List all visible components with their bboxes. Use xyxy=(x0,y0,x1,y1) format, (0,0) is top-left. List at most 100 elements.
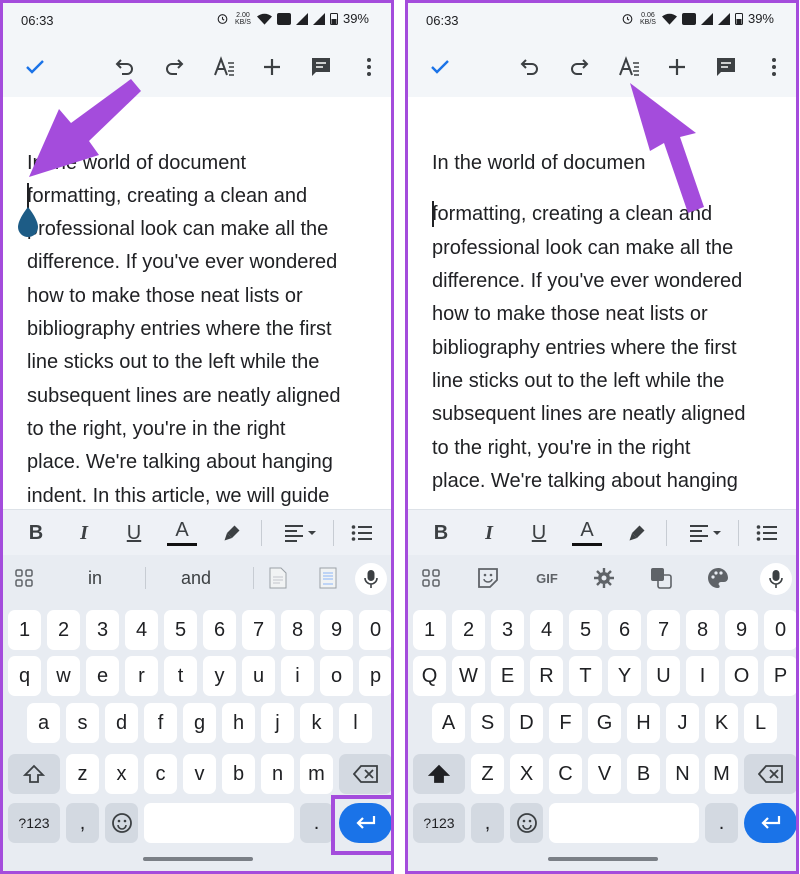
key[interactable]: U xyxy=(647,656,680,696)
undo-icon[interactable] xyxy=(514,51,546,83)
space-key[interactable] xyxy=(144,803,294,843)
key[interactable]: o xyxy=(320,656,353,696)
key[interactable]: 1 xyxy=(413,610,446,650)
key[interactable]: 0 xyxy=(764,610,796,650)
key[interactable]: x xyxy=(105,754,138,794)
align-dropdown-icon[interactable] xyxy=(281,518,321,548)
key[interactable]: 7 xyxy=(647,610,680,650)
key[interactable]: P xyxy=(764,656,796,696)
more-vert-icon[interactable] xyxy=(758,51,790,83)
text-color-button[interactable]: A xyxy=(572,518,602,546)
key[interactable]: A xyxy=(432,703,465,743)
key[interactable]: 9 xyxy=(725,610,758,650)
more-vert-icon[interactable] xyxy=(353,51,385,83)
key[interactable]: E xyxy=(491,656,524,696)
key[interactable]: z xyxy=(66,754,99,794)
suggestion[interactable]: in xyxy=(88,568,102,589)
key[interactable]: 3 xyxy=(86,610,119,650)
key[interactable]: H xyxy=(627,703,660,743)
key[interactable]: N xyxy=(666,754,699,794)
bullet-list-icon[interactable] xyxy=(347,518,377,548)
comment-icon[interactable] xyxy=(305,51,337,83)
bullet-list-icon[interactable] xyxy=(752,518,782,548)
align-dropdown-icon[interactable] xyxy=(686,518,726,548)
mic-icon[interactable] xyxy=(760,563,792,595)
key[interactable]: t xyxy=(164,656,197,696)
key[interactable]: D xyxy=(510,703,543,743)
key[interactable]: 2 xyxy=(47,610,80,650)
comment-icon[interactable] xyxy=(710,51,742,83)
key[interactable]: Q xyxy=(413,656,446,696)
key[interactable]: 4 xyxy=(125,610,158,650)
key[interactable]: T xyxy=(569,656,602,696)
key[interactable]: p xyxy=(359,656,391,696)
key[interactable]: y xyxy=(203,656,236,696)
key[interactable]: 8 xyxy=(686,610,719,650)
highlighter-icon[interactable] xyxy=(622,518,652,548)
key[interactable]: R xyxy=(530,656,563,696)
symbols-key[interactable]: ?123 xyxy=(8,803,60,843)
key[interactable]: n xyxy=(261,754,294,794)
apps-grid-icon[interactable] xyxy=(11,565,37,591)
key[interactable]: l xyxy=(339,703,372,743)
key[interactable]: q xyxy=(8,656,41,696)
key[interactable]: m xyxy=(300,754,333,794)
backspace-key[interactable] xyxy=(744,754,796,794)
key[interactable]: 6 xyxy=(203,610,236,650)
key[interactable]: g xyxy=(183,703,216,743)
key[interactable]: O xyxy=(725,656,758,696)
key[interactable]: w xyxy=(47,656,80,696)
key[interactable]: J xyxy=(666,703,699,743)
key[interactable]: I xyxy=(686,656,719,696)
text-color-button[interactable]: A xyxy=(167,518,197,546)
cursor-handle-icon[interactable] xyxy=(16,207,40,239)
key[interactable]: F xyxy=(549,703,582,743)
key[interactable]: V xyxy=(588,754,621,794)
key[interactable]: K xyxy=(705,703,738,743)
settings-gear-icon[interactable] xyxy=(591,565,617,591)
key[interactable]: 6 xyxy=(608,610,641,650)
palette-icon[interactable] xyxy=(705,565,731,591)
key[interactable]: X xyxy=(510,754,543,794)
key[interactable]: f xyxy=(144,703,177,743)
key[interactable]: 2 xyxy=(452,610,485,650)
key[interactable]: Z xyxy=(471,754,504,794)
key[interactable]: h xyxy=(222,703,255,743)
backspace-key[interactable] xyxy=(339,754,391,794)
translate-icon[interactable] xyxy=(648,565,674,591)
key[interactable]: 7 xyxy=(242,610,275,650)
italic-button[interactable]: I xyxy=(69,518,99,548)
bold-button[interactable]: B xyxy=(426,518,456,548)
key[interactable]: i xyxy=(281,656,314,696)
shift-key[interactable] xyxy=(413,754,465,794)
key[interactable]: S xyxy=(471,703,504,743)
check-icon[interactable] xyxy=(424,51,456,83)
key[interactable]: C xyxy=(549,754,582,794)
period-key[interactable]: . xyxy=(705,803,738,843)
document-icon[interactable] xyxy=(315,565,341,591)
key[interactable]: G xyxy=(588,703,621,743)
key[interactable]: B xyxy=(627,754,660,794)
key[interactable]: 9 xyxy=(320,610,353,650)
underline-button[interactable]: U xyxy=(119,518,149,548)
key[interactable]: r xyxy=(125,656,158,696)
suggestion[interactable]: and xyxy=(181,568,211,589)
emoji-key[interactable] xyxy=(105,803,138,843)
key[interactable]: b xyxy=(222,754,255,794)
apps-grid-icon[interactable] xyxy=(418,565,444,591)
italic-button[interactable]: I xyxy=(474,518,504,548)
key[interactable]: v xyxy=(183,754,216,794)
key[interactable]: e xyxy=(86,656,119,696)
mic-icon[interactable] xyxy=(355,563,387,595)
underline-button[interactable]: U xyxy=(524,518,554,548)
key[interactable]: s xyxy=(66,703,99,743)
key[interactable]: a xyxy=(27,703,60,743)
key[interactable]: j xyxy=(261,703,294,743)
highlighter-icon[interactable] xyxy=(217,518,247,548)
key[interactable]: L xyxy=(744,703,777,743)
key[interactable]: 8 xyxy=(281,610,314,650)
key[interactable]: d xyxy=(105,703,138,743)
symbols-key[interactable]: ?123 xyxy=(413,803,465,843)
key[interactable]: 1 xyxy=(8,610,41,650)
redo-icon[interactable] xyxy=(563,51,595,83)
